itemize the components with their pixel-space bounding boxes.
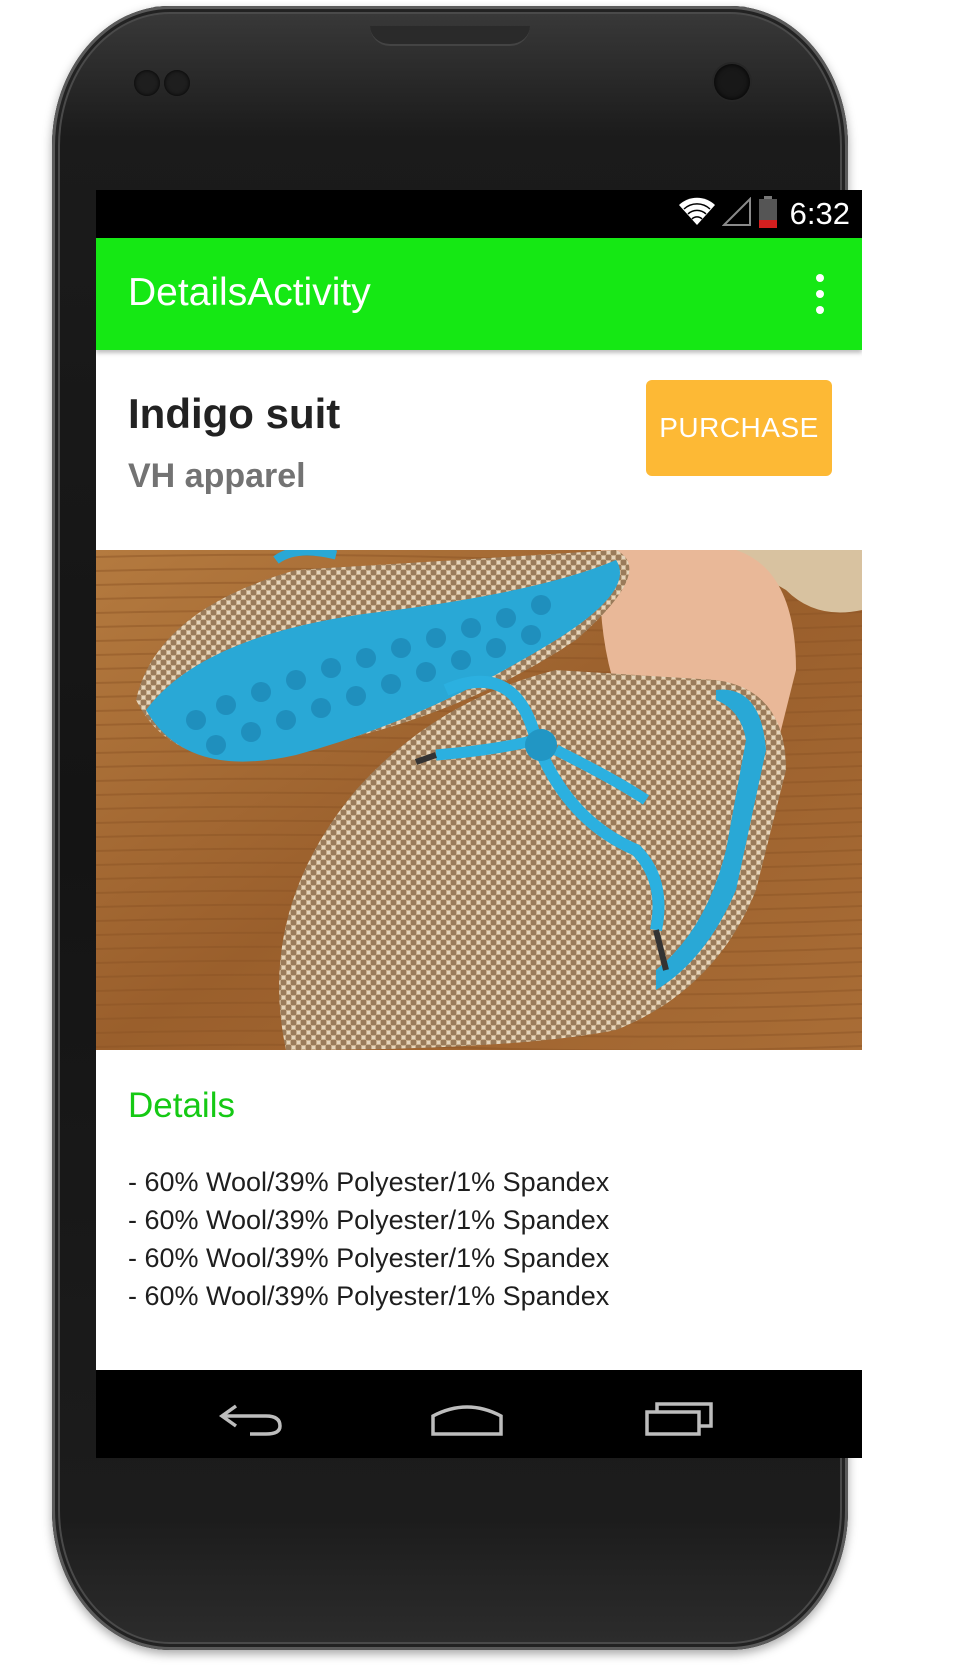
light-sensor [164, 70, 190, 96]
recents-icon[interactable] [634, 1392, 724, 1444]
menu-dot [816, 274, 824, 282]
wifi-icon [678, 197, 716, 231]
app-title: DetailsActivity [128, 271, 371, 314]
screen: 6:32 DetailsActivity Indigo suit VH appa… [96, 190, 862, 1458]
product-brand: VH apparel [128, 457, 306, 495]
menu-dot [816, 306, 824, 314]
status-time: 6:32 [789, 196, 850, 231]
proximity-sensor [134, 70, 160, 96]
purchase-button[interactable]: PURCHASE [646, 380, 832, 476]
battery-icon [758, 196, 778, 232]
front-camera [714, 64, 750, 100]
home-icon[interactable] [422, 1392, 512, 1444]
details-item: - 60% Wool/39% Polyester/1% Spandex [128, 1167, 610, 1197]
details-list: - 60% Wool/39% Polyester/1% Spandex - 60… [128, 1163, 609, 1315]
details-heading: Details [128, 1086, 235, 1125]
app-bar: DetailsActivity [96, 238, 862, 350]
earpiece [370, 26, 530, 46]
product-image [96, 550, 862, 1050]
details-item: - 60% Wool/39% Polyester/1% Spandex [128, 1205, 610, 1235]
overflow-menu-icon[interactable] [808, 274, 832, 314]
product-title: Indigo suit [128, 390, 341, 437]
navigation-bar [96, 1370, 862, 1458]
details-item: - 60% Wool/39% Polyester/1% Spandex [128, 1281, 610, 1311]
status-bar: 6:32 [96, 190, 862, 238]
cell-signal-icon [721, 196, 752, 231]
back-icon[interactable] [206, 1392, 296, 1444]
details-item: - 60% Wool/39% Polyester/1% Spandex [128, 1243, 610, 1273]
status-icons: 6:32 [678, 196, 850, 232]
menu-dot [816, 290, 824, 298]
